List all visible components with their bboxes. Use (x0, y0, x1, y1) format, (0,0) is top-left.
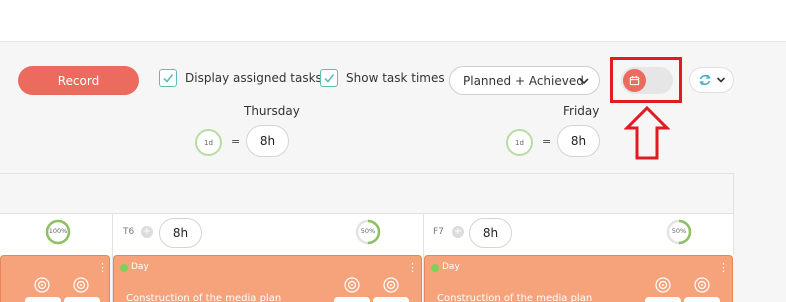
target-icon[interactable] (343, 276, 361, 294)
sync-icon (698, 74, 711, 86)
task-tag: Day (442, 262, 460, 272)
task-input[interactable] (373, 297, 409, 302)
task-card[interactable]: Day ⋮ Construction of the media plan (113, 255, 422, 302)
task-input[interactable] (645, 297, 681, 302)
target-icon[interactable] (693, 276, 711, 294)
show-task-times-label: Show task times (346, 71, 445, 85)
status-dot (120, 264, 128, 272)
progress-percent: 100% (48, 227, 68, 235)
chevron-down-icon (579, 78, 589, 85)
add-icon[interactable]: + (141, 226, 153, 238)
target-icon[interactable] (33, 276, 51, 294)
day-label-thursday: Thursday (244, 104, 300, 118)
day-capacity-circle: 1d (195, 129, 222, 156)
day-code: T6 (123, 227, 135, 237)
progress-percent: 50% (671, 227, 687, 235)
record-button-label: Record (57, 73, 100, 88)
show-task-times-checkbox[interactable]: Show task times (320, 69, 445, 87)
display-assigned-tasks-label: Display assigned tasks (185, 71, 322, 85)
calendar-toggle[interactable] (621, 67, 673, 94)
more-options-icon[interactable]: ⋮ (718, 262, 729, 273)
calendar-icon (623, 69, 646, 92)
top-bar (0, 0, 786, 42)
target-icon[interactable] (382, 276, 400, 294)
column-hours-input[interactable]: 8h (159, 218, 202, 248)
status-dot (431, 264, 439, 272)
task-title: Construction of the media plan (126, 293, 282, 302)
more-options-icon[interactable]: ⋮ (407, 262, 418, 273)
column-hours-input[interactable]: 8h (469, 218, 512, 248)
task-title: Construction of the media plan (437, 293, 593, 302)
task-input[interactable] (684, 297, 720, 302)
grid-header (0, 173, 734, 214)
sync-dropdown-button[interactable] (689, 67, 734, 93)
display-assigned-tasks-checkbox[interactable]: Display assigned tasks (159, 69, 322, 87)
add-icon[interactable]: + (452, 226, 464, 238)
equals-sign: = (231, 135, 241, 148)
day-hours-input[interactable]: 8h (557, 125, 600, 157)
view-select[interactable]: Planned + Achieved (449, 66, 600, 95)
day-code: F7 (433, 227, 444, 237)
task-input[interactable] (25, 297, 61, 302)
task-tag: Day (131, 262, 149, 272)
progress-percent: 50% (360, 227, 376, 235)
checkbox-checked-icon[interactable] (320, 69, 338, 87)
day-label-friday: Friday (563, 104, 600, 118)
task-card[interactable]: Day ⋮ Construction of the media plan (424, 255, 733, 302)
equals-sign: = (542, 135, 552, 148)
view-select-value: Planned + Achieved (463, 73, 584, 88)
record-button[interactable]: Record (18, 66, 139, 95)
more-options-icon[interactable]: ⋮ (97, 262, 108, 273)
arrow-up-icon (624, 106, 670, 160)
chevron-down-icon (716, 77, 725, 83)
target-icon[interactable] (72, 276, 90, 294)
target-icon[interactable] (654, 276, 672, 294)
checkbox-checked-icon[interactable] (159, 69, 177, 87)
day-hours-input[interactable]: 8h (246, 125, 289, 157)
task-input[interactable] (64, 297, 100, 302)
task-input[interactable] (334, 297, 370, 302)
task-card[interactable]: ⋮ (0, 255, 110, 302)
day-capacity-circle: 1d (506, 129, 533, 156)
